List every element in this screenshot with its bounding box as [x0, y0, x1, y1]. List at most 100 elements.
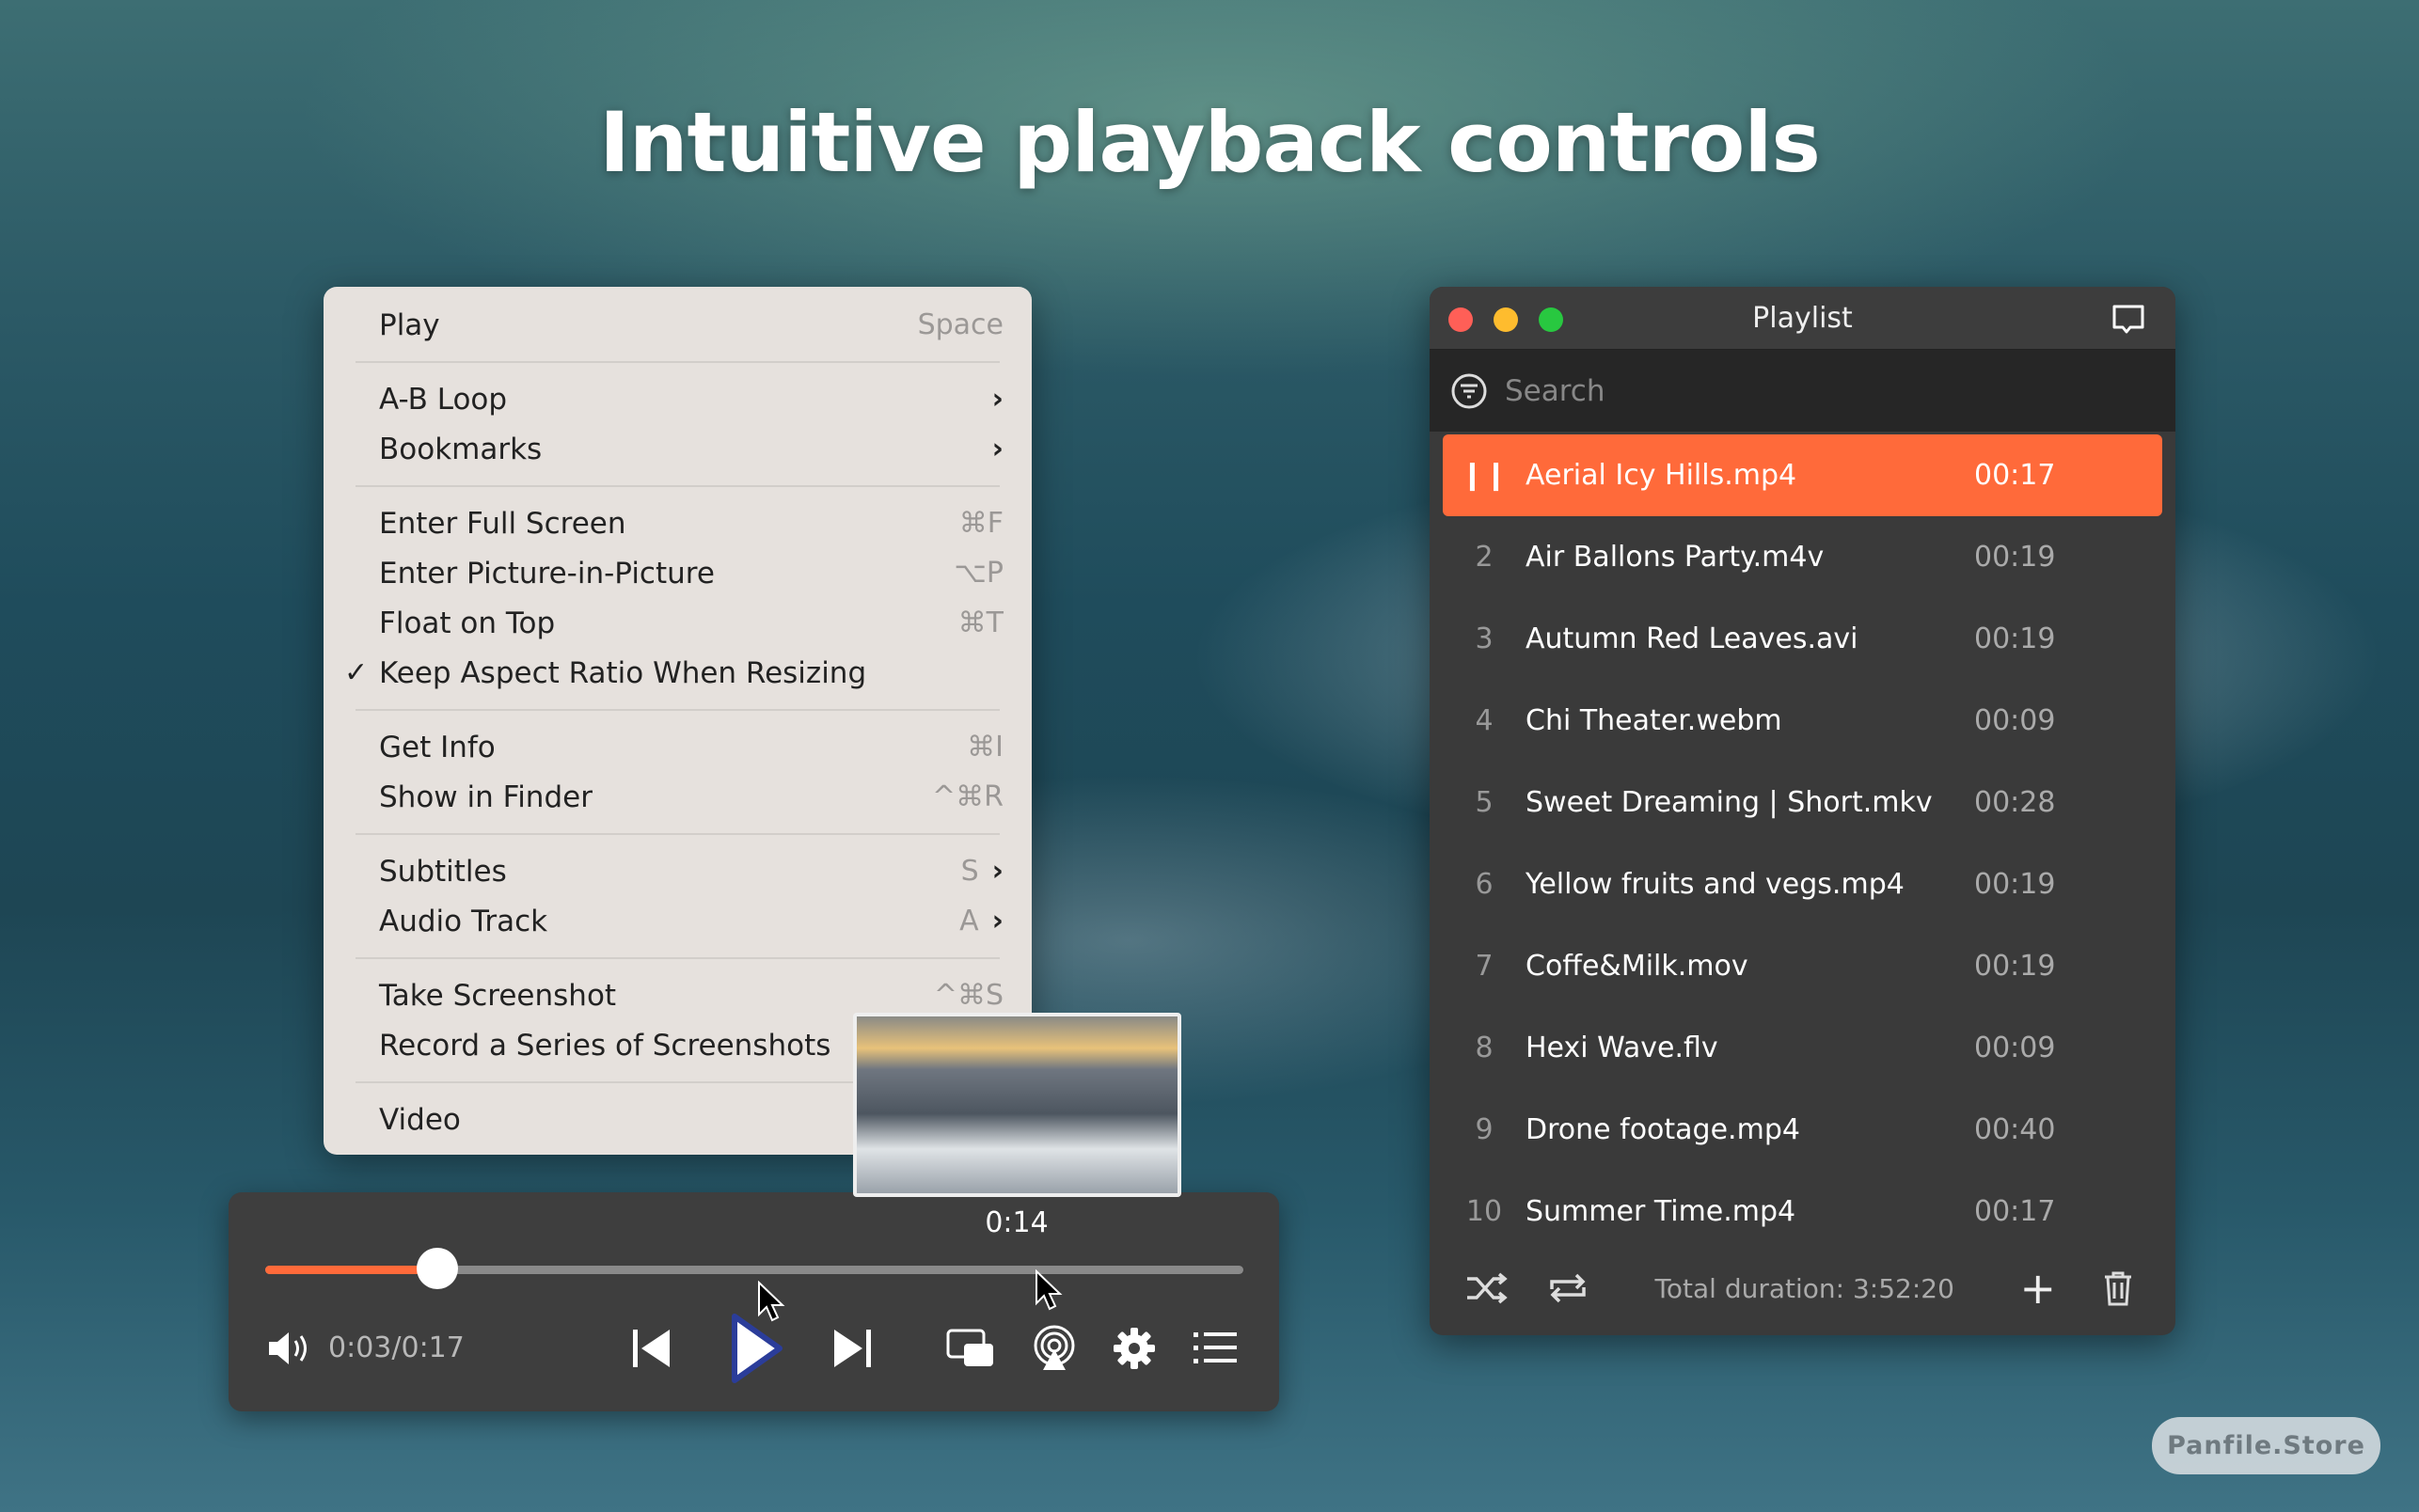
previous-icon[interactable] — [628, 1324, 675, 1373]
menu-item-enter-picture-in-picture[interactable]: Enter Picture-in-Picture ⌥P — [324, 548, 1032, 598]
repeat-icon[interactable] — [1546, 1270, 1589, 1306]
menu-shortcut: ⌥P — [954, 557, 1004, 590]
menu-separator — [356, 361, 1000, 363]
menu-item-label: Subtitles — [379, 854, 507, 889]
file-name: Yellow fruits and vegs.mp4 — [1526, 868, 1905, 901]
file-name: Chi Theater.webm — [1526, 704, 1782, 737]
file-name: Coffe&Milk.mov — [1526, 950, 1748, 983]
playlist-row[interactable]: 9 Drone footage.mp4 00:40 — [1443, 1089, 2162, 1171]
add-icon[interactable]: + — [2019, 1263, 2056, 1314]
playlist-row[interactable]: 10 Summer Time.mp4 00:17 — [1443, 1171, 2162, 1252]
playlist-row[interactable]: 8 Hexi Wave.flv 00:09 — [1443, 1007, 2162, 1089]
search-input[interactable]: Search — [1505, 374, 1605, 408]
row-number: 4 — [1475, 704, 1494, 737]
menu-item-label: Audio Track — [379, 904, 548, 938]
playlist-row[interactable]: 7 Coffe&Milk.mov 00:19 — [1443, 925, 2162, 1007]
seek-progress — [265, 1266, 438, 1274]
list-icon[interactable] — [1192, 1324, 1239, 1373]
next-icon[interactable] — [829, 1324, 876, 1373]
file-duration: 00:19 — [1974, 868, 2056, 901]
hover-time-tooltip: 0:14 — [985, 1206, 1049, 1239]
file-duration: 00:28 — [1974, 786, 2056, 819]
row-number: 2 — [1475, 541, 1494, 574]
seek-thumb[interactable] — [417, 1248, 459, 1289]
playlist-row[interactable]: 5 Sweet Dreaming | Short.mkv 00:28 — [1443, 762, 2162, 843]
row-number: 6 — [1475, 868, 1494, 901]
menu-item-label: Float on Top — [379, 606, 556, 640]
row-number: 10 — [1465, 1195, 1503, 1228]
playlist-window: Playlist Search ❙❙ Aerial Icy Hills.mp4 00… — [1430, 287, 2175, 1335]
file-duration: 00:17 — [1974, 459, 2056, 492]
file-name: Hexi Wave.flv — [1526, 1032, 1718, 1064]
chat-icon[interactable] — [2111, 304, 2145, 336]
menu-item-enter-full-screen[interactable]: Enter Full Screen ⌘F — [324, 498, 1032, 548]
row-number: 9 — [1475, 1113, 1494, 1146]
menu-separator — [356, 485, 1000, 487]
menu-item-a-b-loop[interactable]: A-B Loop › — [324, 374, 1032, 424]
row-number: 7 — [1475, 950, 1494, 983]
chevron-right-icon: › — [991, 855, 1004, 888]
volume-icon[interactable] — [266, 1324, 313, 1373]
chevron-right-icon: › — [991, 383, 1004, 416]
file-name: Drone footage.mp4 — [1526, 1113, 1800, 1146]
menu-item-label: Enter Full Screen — [379, 506, 626, 541]
file-duration: 00:17 — [1974, 1195, 2056, 1228]
file-duration: 00:09 — [1974, 1032, 2056, 1064]
menu-item-label: A-B Loop — [379, 382, 508, 417]
menu-shortcut: Space — [917, 308, 1004, 341]
menu-item-audio-track[interactable]: Audio Track A › — [324, 896, 1032, 946]
menu-shortcut: ⌘T — [957, 606, 1004, 639]
menu-item-label: Bookmarks — [379, 432, 543, 466]
pip-icon[interactable] — [945, 1324, 996, 1373]
menu-item-subtitles[interactable]: Subtitles S › — [324, 846, 1032, 896]
menu-shortcut: A — [959, 905, 979, 937]
file-name: Air Ballons Party.m4v — [1526, 541, 1825, 574]
gear-icon[interactable] — [1111, 1324, 1158, 1373]
total-duration: Total duration: 3:52:20 — [1654, 1272, 1954, 1304]
watermark-badge: Panfile.Store — [2152, 1417, 2380, 1474]
menu-item-label: Enter Picture-in-Picture — [379, 556, 715, 591]
pause-icon: ❙❙ — [1460, 459, 1509, 492]
file-duration: 00:19 — [1974, 541, 2056, 574]
playlist-row[interactable]: 6 Yellow fruits and vegs.mp4 00:19 — [1443, 843, 2162, 925]
seek-slider[interactable] — [265, 1248, 1243, 1289]
headline: Intuitive playback controls — [599, 94, 1821, 191]
row-number: 8 — [1475, 1032, 1494, 1064]
file-name: Aerial Icy Hills.mp4 — [1526, 459, 1797, 492]
playlist-row[interactable]: 3 Autumn Red Leaves.avi 00:19 — [1443, 598, 2162, 680]
file-name: Summer Time.mp4 — [1526, 1195, 1796, 1228]
trash-icon[interactable] — [2103, 1270, 2133, 1306]
menu-shortcut: ⌘F — [958, 507, 1004, 540]
menu-item-label: Take Screenshot — [379, 978, 617, 1013]
mouse-cursor-icon — [1036, 1269, 1063, 1311]
file-duration: 00:40 — [1974, 1113, 2056, 1146]
file-name: Sweet Dreaming | Short.mkv — [1526, 786, 1933, 819]
playlist-footer: Total duration: 3:52:20 + — [1430, 1241, 2175, 1335]
menu-item-bookmarks[interactable]: Bookmarks › — [324, 424, 1032, 474]
menu-item-float-on-top[interactable]: Float on Top ⌘T — [324, 598, 1032, 648]
menu-item-play[interactable]: Play Space — [324, 300, 1032, 350]
playlist-row[interactable]: 4 Chi Theater.webm 00:09 — [1443, 680, 2162, 762]
menu-item-label: Get Info — [379, 730, 496, 764]
menu-item-label: Show in Finder — [379, 780, 593, 814]
file-duration: 00:19 — [1974, 950, 2056, 983]
playlist-row[interactable]: 2 Air Ballons Party.m4v 00:19 — [1443, 516, 2162, 598]
row-number: 5 — [1475, 786, 1494, 819]
row-number: 3 — [1475, 622, 1494, 655]
preview-thumbnail — [853, 1013, 1181, 1197]
menu-item-keep-aspect-ratio-when-resizing[interactable]: ✓ Keep Aspect Ratio When Resizing — [324, 648, 1032, 698]
menu-item-show-in-finder[interactable]: Show in Finder ^⌘R — [324, 772, 1032, 822]
playlist-search[interactable]: Search — [1430, 350, 2175, 432]
playlist-row[interactable]: ❙❙ Aerial Icy Hills.mp4 00:17 — [1443, 434, 2162, 516]
menu-separator — [356, 709, 1000, 711]
menu-separator — [356, 957, 1000, 959]
filter-icon[interactable] — [1450, 372, 1488, 410]
playback-time: 0:03/0:17 — [328, 1331, 465, 1364]
airplay-icon[interactable] — [1029, 1324, 1080, 1373]
menu-item-label: Keep Aspect Ratio When Resizing — [379, 655, 867, 690]
mouse-cursor-icon — [758, 1281, 785, 1322]
player-controls: 0:14 0:03/0:17 — [229, 1192, 1279, 1411]
menu-shortcut: ^⌘R — [932, 780, 1004, 813]
shuffle-icon[interactable] — [1465, 1271, 1509, 1305]
menu-item-get-info[interactable]: Get Info ⌘I — [324, 722, 1032, 772]
